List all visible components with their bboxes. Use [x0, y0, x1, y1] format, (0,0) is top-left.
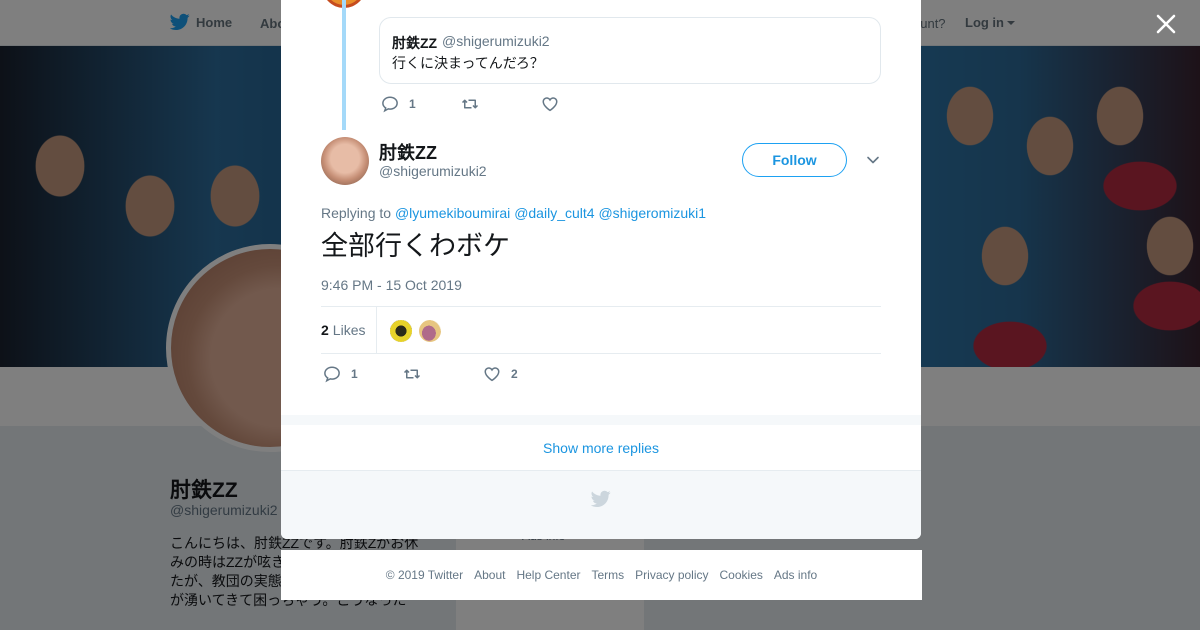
section-divider — [281, 415, 921, 425]
site-footer: © 2019 Twitter About Help Center Terms P… — [281, 550, 922, 600]
footer-link-help-center[interactable]: Help Center — [516, 568, 580, 582]
replying-to: Replying to @lyumekiboumirai @daily_cult… — [321, 205, 706, 221]
quoted-tweet-handle: @shigerumizuki2 — [442, 33, 550, 49]
likes-label: Likes — [332, 322, 366, 338]
modal-footer — [281, 471, 921, 539]
reply-count: 1 — [351, 367, 358, 381]
likes-count: 2 — [321, 322, 329, 338]
liker-avatar[interactable] — [389, 319, 413, 343]
show-more-replies-link[interactable]: Show more replies — [281, 425, 921, 471]
tweet-text: 全部行くわボケ — [321, 231, 510, 261]
quoted-tweet-text: 行くに決まってんだろ？ — [392, 55, 544, 71]
retweet-icon — [403, 369, 421, 379]
footer-copyright: © 2019 Twitter — [385, 568, 464, 582]
quoted-tweet-name: 肘鉄ZZ — [392, 35, 438, 51]
footer-link-privacy[interactable]: Privacy policy — [635, 568, 708, 582]
reply-icon — [382, 96, 398, 113]
close-button[interactable] — [1154, 12, 1178, 36]
like-button[interactable] — [541, 95, 569, 113]
follow-button[interactable]: Follow — [742, 143, 847, 177]
tweet-author-handle[interactable]: @shigerumizuki2 — [379, 163, 487, 179]
liker-avatar[interactable] — [418, 319, 442, 343]
footer-link-terms[interactable]: Terms — [591, 568, 624, 582]
likes-stat[interactable]: 2 Likes — [321, 322, 365, 338]
twitter-bird-icon — [591, 490, 611, 507]
mention-link[interactable]: @lyumekiboumirai — [395, 205, 510, 221]
retweet-button[interactable] — [461, 95, 489, 113]
heart-icon — [542, 97, 558, 112]
reply-button[interactable]: 1 — [323, 365, 358, 383]
mention-link[interactable]: @daily_cult4 — [514, 205, 594, 221]
stat-divider — [376, 307, 377, 353]
tweet-modal: 肘鉄ZZ @shigerumizuki2 行くに決まってんだろ？ 1 肘鉄ZZ … — [281, 0, 921, 539]
tweet-timestamp[interactable]: 9:46 PM - 15 Oct 2019 — [321, 277, 462, 293]
tweet-stats: 2 Likes — [321, 306, 881, 354]
footer-link-cookies[interactable]: Cookies — [720, 568, 763, 582]
close-icon — [1156, 14, 1176, 34]
tweet-author-name[interactable]: 肘鉄ZZ — [379, 139, 437, 165]
tweet-author-avatar[interactable] — [321, 137, 369, 185]
retweet-icon — [461, 99, 479, 109]
retweet-button[interactable] — [403, 365, 431, 383]
mention-link[interactable]: @shigeromizuki1 — [598, 205, 706, 221]
replying-prefix: Replying to — [321, 205, 392, 221]
like-button[interactable]: 2 — [483, 365, 518, 383]
thread-connector-line — [342, 0, 346, 130]
quoted-tweet[interactable]: 肘鉄ZZ @shigerumizuki2 行くに決まってんだろ？ — [379, 17, 881, 84]
reply-button[interactable]: 1 — [381, 95, 416, 113]
footer-link-about[interactable]: About — [474, 568, 505, 582]
footer-link-ads-info[interactable]: Ads info — [774, 568, 817, 582]
heart-icon — [484, 367, 500, 382]
like-count: 2 — [511, 367, 518, 381]
chevron-down-icon[interactable] — [865, 152, 881, 168]
reply-count: 1 — [409, 97, 416, 111]
reply-icon — [324, 366, 340, 383]
